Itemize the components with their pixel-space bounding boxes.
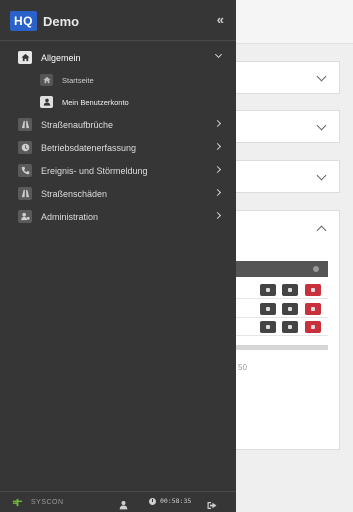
sidebar-item-strassenschaeden[interactable]: Straßenschäden — [0, 182, 236, 205]
sidebar-item-label: Mein Benutzerkonto — [62, 97, 129, 107]
sidebar-item-startseite[interactable]: Startseite — [0, 69, 236, 91]
sidebar-item-label: Betriebsdatenerfassung — [41, 142, 137, 153]
chevron-right-icon — [213, 211, 222, 220]
sidebar-item-label: Straßenschäden — [41, 188, 108, 199]
table-row — [236, 281, 328, 299]
sidebar-item-label: Ereignis- und Störmeldung — [41, 165, 148, 176]
delete-button[interactable] — [305, 284, 321, 296]
table-row — [236, 300, 328, 318]
chevron-down-icon — [214, 50, 223, 59]
sidebar-item-label: Allgemein — [41, 52, 81, 63]
assign-user-button[interactable] — [282, 284, 298, 296]
view-button[interactable] — [260, 303, 276, 315]
sidebar-item-label: Straßenaufbrüche — [41, 119, 114, 130]
info-icon — [313, 266, 319, 272]
horizontal-scrollbar[interactable] — [236, 345, 328, 350]
session-time: 00:58:35 — [160, 497, 192, 505]
chevron-up-icon[interactable] — [316, 225, 327, 236]
road-icon — [18, 187, 32, 200]
submenu-allgemein: Startseite Mein Benutzerkonto — [0, 69, 236, 113]
view-button[interactable] — [260, 284, 276, 296]
chevron-right-icon — [213, 188, 222, 197]
sidebar-item-betriebsdatenerfassung[interactable]: Betriebsdatenerfassung — [0, 136, 236, 159]
clock-icon — [149, 497, 156, 505]
sidebar-item-label: Administration — [41, 211, 99, 222]
chevron-down-icon[interactable] — [316, 71, 327, 82]
drawer-footer: SYSCON 00:58:35 — [0, 491, 236, 512]
brand-name: Demo — [43, 13, 80, 29]
users-cog-icon — [18, 210, 32, 223]
brand-logo: HQ — [10, 11, 37, 31]
sidebar-item-administration[interactable]: Administration — [0, 205, 236, 228]
assign-user-button[interactable] — [282, 321, 298, 333]
brand[interactable]: HQ Demo — [10, 9, 79, 33]
logout-button[interactable] — [207, 497, 217, 509]
user-icon — [40, 96, 53, 108]
table-header — [236, 261, 328, 277]
partial-number: 50 — [238, 363, 247, 372]
logout-icon — [207, 502, 217, 509]
view-button[interactable] — [260, 321, 276, 333]
navigation-drawer: HQ Demo « Allgemein Startseite Mein Benu… — [0, 0, 236, 512]
clock-icon — [18, 141, 32, 154]
sidebar-item-benutzerkonto[interactable]: Mein Benutzerkonto — [0, 91, 236, 113]
collapse-sidebar-button[interactable]: « — [217, 12, 224, 27]
road-icon — [18, 118, 32, 131]
delete-button[interactable] — [305, 321, 321, 333]
collapsed-panel-3[interactable] — [236, 160, 340, 193]
chevron-down-icon[interactable] — [316, 120, 327, 131]
sidebar-item-allgemein[interactable]: Allgemein — [0, 46, 236, 69]
phone-icon — [18, 164, 32, 177]
divider — [0, 40, 236, 41]
table-row — [236, 318, 328, 336]
company-name: SYSCON — [31, 499, 64, 506]
syscon-icon — [12, 498, 23, 507]
assign-user-button[interactable] — [282, 303, 298, 315]
chevron-right-icon — [213, 119, 222, 128]
sidebar-item-strassenaufbrueche[interactable]: Straßenaufbrüche — [0, 113, 236, 136]
sidebar-item-ereignis-stoermeldung[interactable]: Ereignis- und Störmeldung — [0, 159, 236, 182]
user-profile-button[interactable] — [119, 497, 128, 510]
sidebar-nav: Allgemein Startseite Mein Benutzerkonto — [0, 46, 236, 228]
syscon-logo: SYSCON — [12, 497, 64, 508]
home-icon — [40, 74, 53, 86]
delete-button[interactable] — [305, 303, 321, 315]
collapsed-panel-1[interactable] — [236, 61, 340, 94]
collapsed-panel-2[interactable] — [236, 110, 340, 143]
sidebar-item-label: Startseite — [62, 75, 94, 85]
home-icon — [18, 51, 32, 64]
chevron-right-icon — [213, 142, 222, 151]
chevron-right-icon — [213, 165, 222, 174]
chevron-down-icon[interactable] — [316, 170, 327, 181]
session-timer: 00:58:35 — [149, 497, 191, 505]
user-icon — [119, 501, 128, 510]
